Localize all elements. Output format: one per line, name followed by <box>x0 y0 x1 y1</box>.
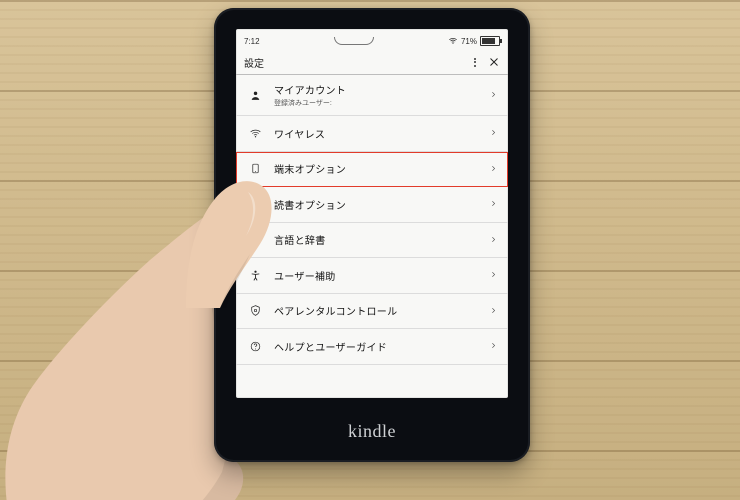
tablet-icon <box>246 162 264 175</box>
settings-row-parental[interactable]: ペアレンタルコントロール <box>236 294 508 330</box>
chevron-right-icon <box>489 231 498 249</box>
row-label: 読書オプション <box>274 197 489 212</box>
row-label: ペアレンタルコントロール <box>274 303 489 318</box>
wood-surface: 7:12 71% 設定 <box>0 0 740 500</box>
row-label: ヘルプとユーザーガイド <box>274 339 489 354</box>
battery-percent: 71% <box>461 37 477 46</box>
settings-header: 設定 <box>236 50 508 75</box>
row-label: 言語と辞書 <box>274 232 489 247</box>
row-label: ワイヤレス <box>274 126 489 141</box>
clock: 7:12 <box>244 37 260 46</box>
user-icon <box>246 89 264 102</box>
device-brand-logo: kindle <box>214 421 530 442</box>
battery-icon <box>480 36 500 46</box>
settings-row-help[interactable]: ヘルプとユーザーガイド <box>236 329 508 365</box>
settings-row-accessibility[interactable]: ユーザー補助 <box>236 258 508 294</box>
settings-row-language-dict[interactable]: 言語と辞書 <box>236 223 508 259</box>
chevron-right-icon <box>489 86 498 104</box>
settings-row-wireless[interactable]: ワイヤレス <box>236 116 508 152</box>
row-label: ユーザー補助 <box>274 268 489 283</box>
more-menu-button[interactable] <box>472 56 478 69</box>
wifi-icon <box>246 127 264 140</box>
row-label: マイアカウント <box>274 82 489 97</box>
help-icon <box>246 340 264 353</box>
status-bar: 7:12 71% <box>236 29 508 50</box>
settings-row-device-options[interactable]: 端末オプション <box>236 152 508 188</box>
close-button[interactable] <box>488 56 500 68</box>
page-title: 設定 <box>244 55 264 70</box>
chevron-right-icon <box>489 302 498 320</box>
kindle-screen: 7:12 71% 設定 <box>236 29 508 398</box>
settings-row-reading-options[interactable]: 読書オプション <box>236 187 508 223</box>
chevron-right-icon <box>489 160 498 178</box>
settings-list: マイアカウント 登録済みユーザー: ワイヤレス 端末オ <box>236 75 508 365</box>
chevron-right-icon <box>489 124 498 142</box>
chevron-right-icon <box>489 195 498 213</box>
chevron-right-icon <box>489 337 498 355</box>
settings-row-my-account[interactable]: マイアカウント 登録済みユーザー: <box>236 75 508 116</box>
pull-handle[interactable] <box>334 37 374 45</box>
thumb <box>186 178 276 308</box>
wifi-status-icon <box>448 36 458 46</box>
row-label: 端末オプション <box>274 161 489 176</box>
chevron-right-icon <box>489 266 498 284</box>
row-subtitle: 登録済みユーザー: <box>274 98 489 108</box>
